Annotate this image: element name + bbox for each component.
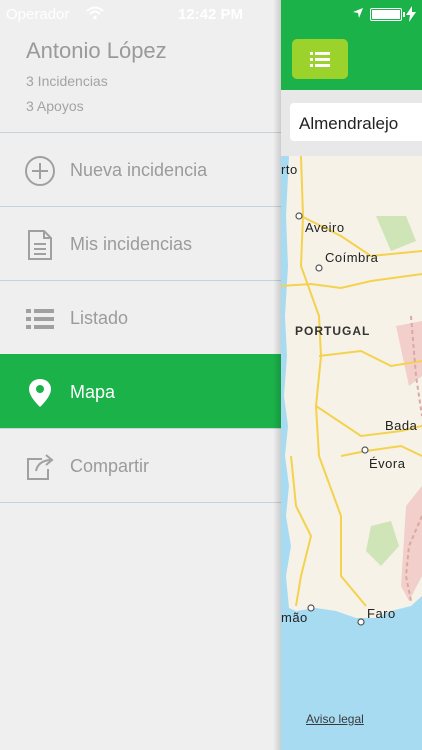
menu-item-listado[interactable]: Listado — [0, 280, 281, 354]
menu-toggle-button[interactable] — [292, 39, 348, 79]
apoyos-count: 3 Apoyos — [26, 98, 84, 114]
document-icon — [28, 230, 52, 260]
menu-item-label: Listado — [70, 308, 129, 328]
map-label-aveiro: Aveiro — [305, 220, 345, 235]
list-icon — [26, 309, 54, 329]
city-dot — [357, 618, 365, 626]
map-label-coimbra: Coímbra — [325, 250, 379, 265]
incidencias-count: 3 Incidencias — [26, 73, 108, 89]
search-bar: Almendralejo — [281, 90, 422, 156]
menu-item-label: Nueva incidencia — [70, 160, 208, 180]
map-canvas — [281, 155, 422, 750]
city-dot — [295, 212, 303, 220]
search-input[interactable]: Almendralejo — [290, 103, 422, 141]
menu-item-compartir[interactable]: Compartir — [0, 428, 281, 503]
map-label-faro: Faro — [367, 606, 396, 621]
plus-circle-icon — [25, 156, 55, 186]
map-label-porto: rto — [281, 162, 298, 177]
main-panel: Almendralejo rto Aveiro Coímbra PORTUGAL… — [281, 0, 422, 750]
menu-item-mapa[interactable]: Mapa — [0, 354, 281, 428]
city-dot — [361, 446, 369, 454]
map-view[interactable]: rto Aveiro Coímbra PORTUGAL Bada Évora m… — [281, 155, 422, 750]
clock: 12:42 PM — [178, 6, 244, 23]
map-label-evora: Évora — [369, 456, 406, 471]
menu-item-nueva-incidencia[interactable]: Nueva incidencia — [0, 132, 281, 206]
map-label-badajoz: Bada — [385, 418, 418, 433]
side-drawer: Antonio López 3 Incidencias 3 Apoyos Nue… — [0, 0, 281, 750]
user-name: Antonio López — [26, 38, 167, 63]
battery-icon — [370, 8, 405, 21]
list-icon — [310, 52, 330, 67]
share-icon — [27, 454, 54, 480]
charging-bolt-icon — [406, 6, 416, 22]
city-dot — [315, 264, 323, 272]
map-label-portugal: PORTUGAL — [295, 324, 371, 338]
map-pin-icon — [29, 379, 51, 407]
map-label-portimao: mão — [281, 610, 308, 625]
city-dot — [307, 604, 315, 612]
menu-item-label: Compartir — [70, 456, 150, 476]
wifi-icon — [86, 6, 104, 20]
location-arrow-icon — [353, 8, 363, 18]
menu-item-label: Mis incidencias — [70, 234, 193, 254]
status-bar: Operador 12:42 PM — [0, 0, 422, 30]
menu-item-mis-incidencias[interactable]: Mis incidencias — [0, 206, 281, 280]
side-menu: Nueva incidencia Mis incidencias Listado — [0, 132, 281, 503]
legal-link[interactable]: Aviso legal — [306, 712, 364, 726]
carrier-label: Operador — [6, 6, 70, 23]
menu-item-label: Mapa — [70, 382, 116, 402]
